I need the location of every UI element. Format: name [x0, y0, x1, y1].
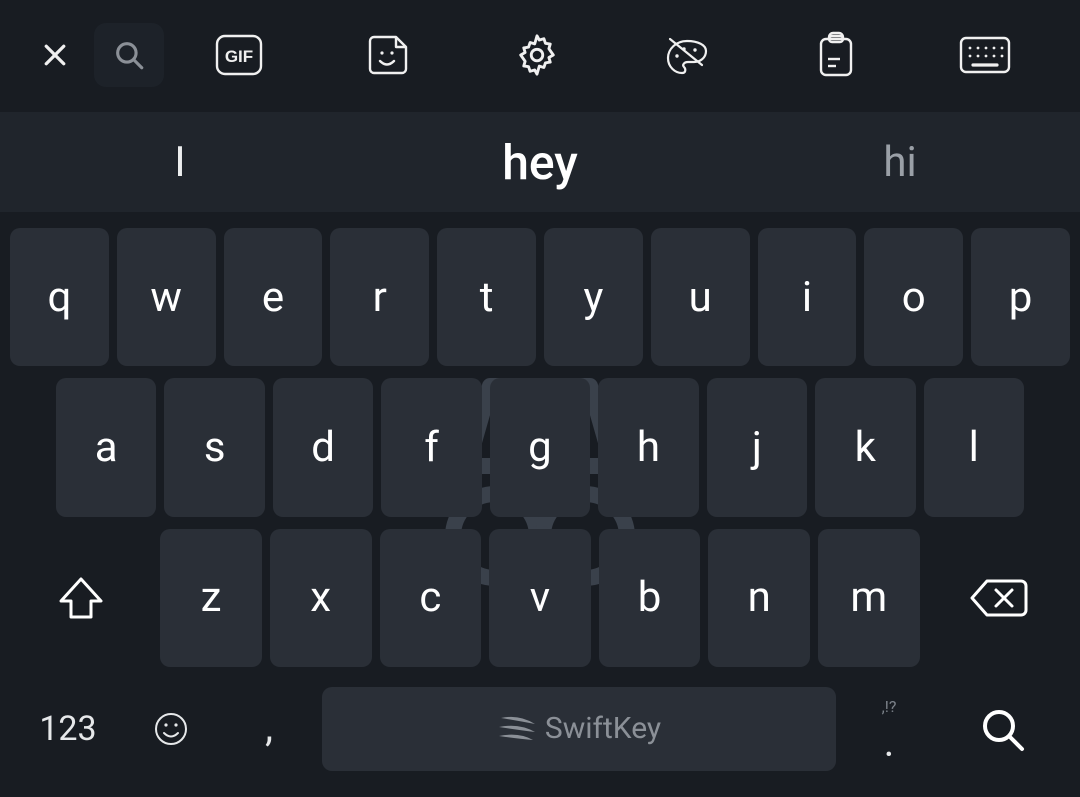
key-t[interactable]: t — [437, 228, 536, 366]
settings-button[interactable] — [463, 15, 612, 95]
search-icon — [112, 38, 146, 72]
search-icon — [978, 705, 1026, 753]
key-p[interactable]: p — [971, 228, 1070, 366]
search-button[interactable] — [94, 23, 164, 87]
key-a[interactable]: a — [56, 378, 156, 516]
key-c[interactable]: c — [380, 529, 482, 667]
space-label: SwiftKey — [545, 711, 661, 746]
key-o[interactable]: o — [864, 228, 963, 366]
period-hint: ,!? — [882, 699, 897, 715]
key-g[interactable]: g — [490, 378, 590, 516]
key-f[interactable]: f — [381, 378, 481, 516]
enter-search-key[interactable] — [942, 687, 1062, 771]
clipboard-button[interactable] — [761, 15, 910, 95]
period-key[interactable]: ,!? . — [844, 687, 934, 771]
palette-icon — [662, 31, 712, 79]
shift-key[interactable] — [10, 529, 152, 667]
key-row-3: z x c v b n m — [8, 529, 1072, 667]
key-row-1: q w e r t y u i o p — [8, 228, 1072, 366]
gear-icon — [514, 32, 560, 78]
suggestion-strip: I hey hi — [0, 112, 1080, 212]
key-j[interactable]: j — [707, 378, 807, 516]
clipboard-icon — [815, 31, 857, 79]
key-v[interactable]: v — [489, 529, 591, 667]
key-b[interactable]: b — [599, 529, 701, 667]
key-s[interactable]: s — [164, 378, 264, 516]
swiftkey-keyboard: GIF — [0, 0, 1080, 797]
period-label: . — [884, 735, 895, 759]
key-x[interactable]: x — [270, 529, 372, 667]
key-d[interactable]: d — [273, 378, 373, 516]
suggestion-right[interactable]: hi — [720, 138, 1080, 187]
svg-text:GIF: GIF — [224, 47, 252, 66]
key-row-bottom: 123 , SwiftKey — [8, 679, 1072, 789]
sticker-icon — [364, 31, 412, 79]
key-n[interactable]: n — [708, 529, 810, 667]
themes-button[interactable] — [612, 15, 761, 95]
backspace-icon — [969, 577, 1029, 619]
smiley-icon — [154, 712, 188, 746]
numbers-key[interactable]: 123 — [18, 687, 118, 771]
gif-button[interactable]: GIF — [164, 15, 313, 95]
backspace-key[interactable] — [928, 529, 1070, 667]
key-h[interactable]: h — [598, 378, 698, 516]
key-q[interactable]: q — [10, 228, 109, 366]
sticker-button[interactable] — [313, 15, 462, 95]
keyboard-icon — [957, 34, 1013, 76]
key-r[interactable]: r — [330, 228, 429, 366]
key-m[interactable]: m — [818, 529, 920, 667]
key-y[interactable]: y — [544, 228, 643, 366]
suggestion-left[interactable]: I — [0, 138, 360, 187]
emoji-key[interactable] — [126, 687, 216, 771]
space-key[interactable]: SwiftKey — [322, 687, 836, 771]
key-row-2: a s d f g h j k l — [8, 378, 1072, 516]
swiftkey-logo-icon — [497, 714, 537, 744]
suggestion-center[interactable]: hey — [360, 134, 720, 191]
keyboard-modes-button[interactable] — [911, 15, 1060, 95]
key-z[interactable]: z — [160, 529, 262, 667]
close-icon — [40, 40, 70, 70]
key-u[interactable]: u — [651, 228, 750, 366]
keyboard-toolbar: GIF — [0, 0, 1080, 110]
key-l[interactable]: l — [924, 378, 1024, 516]
shift-icon — [57, 575, 105, 621]
comma-key[interactable]: , — [224, 687, 314, 771]
key-e[interactable]: e — [224, 228, 323, 366]
key-i[interactable]: i — [758, 228, 857, 366]
close-toolbar-button[interactable] — [20, 15, 90, 95]
key-area: q w e r t y u i o p a s d f g h j k l — [0, 212, 1080, 797]
key-w[interactable]: w — [117, 228, 216, 366]
key-k[interactable]: k — [815, 378, 915, 516]
gif-icon: GIF — [214, 33, 264, 77]
